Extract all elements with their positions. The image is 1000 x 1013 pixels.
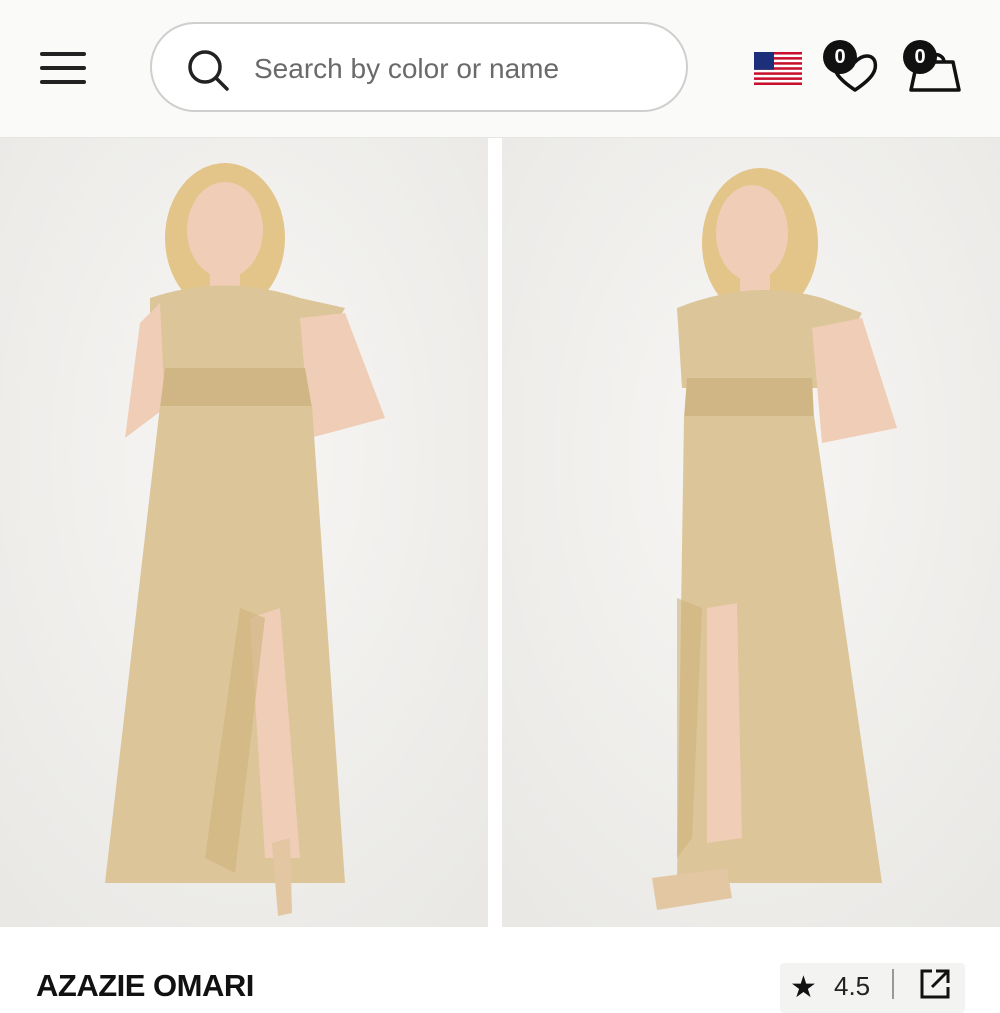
us-flag-icon[interactable] <box>754 52 802 85</box>
rating-summary[interactable]: ★ 4.5 <box>780 963 965 1013</box>
hamburger-menu-button[interactable] <box>40 50 86 86</box>
rating-divider <box>892 969 894 999</box>
share-icon[interactable] <box>918 967 952 1001</box>
star-icon: ★ <box>790 971 817 1004</box>
wishlist-button[interactable]: 0 <box>823 40 883 100</box>
rating-value: 4.5 <box>834 971 871 1001</box>
search-input[interactable] <box>252 46 676 92</box>
model-illustration <box>502 138 1000 927</box>
product-image-front[interactable] <box>0 138 488 927</box>
menu-line <box>40 52 86 56</box>
menu-line <box>40 80 86 84</box>
menu-line <box>40 66 86 70</box>
product-image-angled[interactable] <box>502 138 1000 927</box>
search-icon[interactable] <box>186 48 230 92</box>
cart-button[interactable]: 0 <box>903 40 963 100</box>
model-illustration <box>0 138 488 927</box>
search-bar[interactable] <box>150 22 688 112</box>
top-header: 0 0 <box>0 0 1000 138</box>
cart-count-badge: 0 <box>903 40 937 74</box>
wishlist-count-badge: 0 <box>823 40 857 74</box>
product-title: AZAZIE OMARI <box>36 968 254 1003</box>
